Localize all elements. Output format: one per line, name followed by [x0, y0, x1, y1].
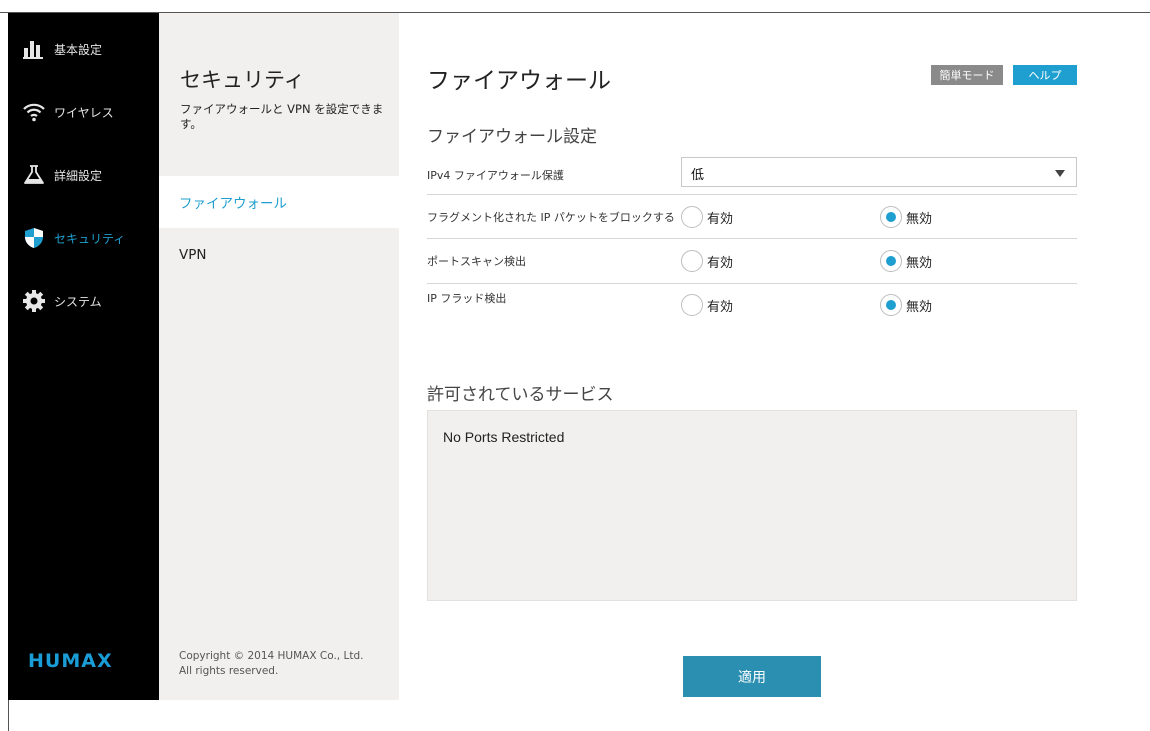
help-button[interactable]: ヘルプ — [1013, 65, 1077, 85]
nav-item-wireless[interactable]: ワイヤレス — [8, 92, 159, 132]
nav-item-basic-settings[interactable]: 基本設定 — [8, 29, 159, 69]
select-value: 低 — [691, 168, 705, 183]
section-panel: セキュリティ ファイアウォールと VPN を設定できます。 ファイアウォール V… — [159, 13, 399, 700]
radio-label: 有効 — [707, 211, 734, 227]
ipv4-protection-label: IPv4 ファイアウォール保護 — [427, 169, 564, 182]
radio-label: 無効 — [906, 211, 933, 227]
nav-label: 詳細設定 — [54, 168, 103, 183]
radio-label: 有効 — [707, 299, 734, 315]
fragment-block-disable-radio[interactable]: 無効 — [880, 206, 932, 228]
humax-logo: HUMAX — [28, 650, 113, 672]
copyright-line: Copyright © 2014 HUMAX Co., Ltd. — [179, 650, 364, 662]
section-title: セキュリティ — [180, 68, 305, 92]
fragment-block-label: フラグメント化された IP パケットをブロックする — [427, 211, 675, 224]
copyright: Copyright © 2014 HUMAX Co., Ltd. All rig… — [179, 649, 389, 679]
port-scan-label: ポートスキャン検出 — [427, 255, 526, 268]
radio-circle — [880, 250, 902, 272]
shield-icon — [22, 227, 46, 249]
ip-flood-enable-radio[interactable]: 有効 — [681, 294, 733, 316]
subnav-item-vpn[interactable]: VPN — [159, 229, 399, 281]
flask-icon — [22, 164, 46, 186]
row-divider — [427, 283, 1077, 284]
nav-label: セキュリティ — [54, 231, 126, 246]
nav-label: ワイヤレス — [54, 105, 114, 120]
radio-circle — [681, 294, 703, 316]
ipv4-protection-select[interactable]: 低 — [681, 157, 1077, 187]
radio-label: 有効 — [707, 255, 734, 271]
radio-circle — [880, 206, 902, 228]
section-description: ファイアウォールと VPN を設定できます。 — [180, 102, 384, 131]
copyright-line: All rights reserved. — [179, 665, 279, 677]
radio-label: 無効 — [906, 255, 933, 271]
gear-icon — [22, 290, 46, 312]
row-divider — [427, 194, 1077, 195]
ip-flood-label: IP フラッド検出 — [427, 292, 507, 305]
ip-flood-disable-radio[interactable]: 無効 — [880, 294, 932, 316]
port-scan-disable-radio[interactable]: 無効 — [880, 250, 932, 272]
radio-circle — [681, 206, 703, 228]
subnav-label: VPN — [179, 247, 207, 263]
row-divider — [427, 238, 1077, 239]
subnav-label: ファイアウォール — [179, 196, 287, 212]
chevron-down-icon — [1055, 170, 1065, 177]
firewall-settings-title: ファイアウォール設定 — [427, 127, 597, 147]
nav-item-advanced-settings[interactable]: 詳細設定 — [8, 155, 159, 195]
nav-item-security[interactable]: セキュリティ — [8, 218, 159, 258]
main-nav: 基本設定 ワイヤレス 詳細設定 セキュリティ システム HUMAX — [8, 13, 159, 700]
radio-circle — [681, 250, 703, 272]
nav-item-system[interactable]: システム — [8, 281, 159, 321]
simple-mode-button[interactable]: 簡単モード — [931, 65, 1003, 85]
allowed-services-title: 許可されているサービス — [427, 385, 614, 405]
wifi-icon — [22, 101, 46, 123]
radio-circle — [880, 294, 902, 316]
apply-button[interactable]: 適用 — [683, 656, 821, 697]
allowed-services-text: No Ports Restricted — [443, 429, 565, 445]
port-scan-enable-radio[interactable]: 有効 — [681, 250, 733, 272]
nav-label: 基本設定 — [54, 42, 103, 57]
fragment-block-enable-radio[interactable]: 有効 — [681, 206, 733, 228]
page-title: ファイアウォール — [427, 68, 611, 94]
bar-chart-icon — [22, 38, 46, 60]
radio-label: 無効 — [906, 299, 933, 315]
allowed-services-box: No Ports Restricted — [427, 410, 1077, 601]
nav-label: システム — [54, 294, 102, 309]
window-left-border — [8, 699, 9, 731]
subnav-item-firewall[interactable]: ファイアウォール — [159, 176, 399, 228]
